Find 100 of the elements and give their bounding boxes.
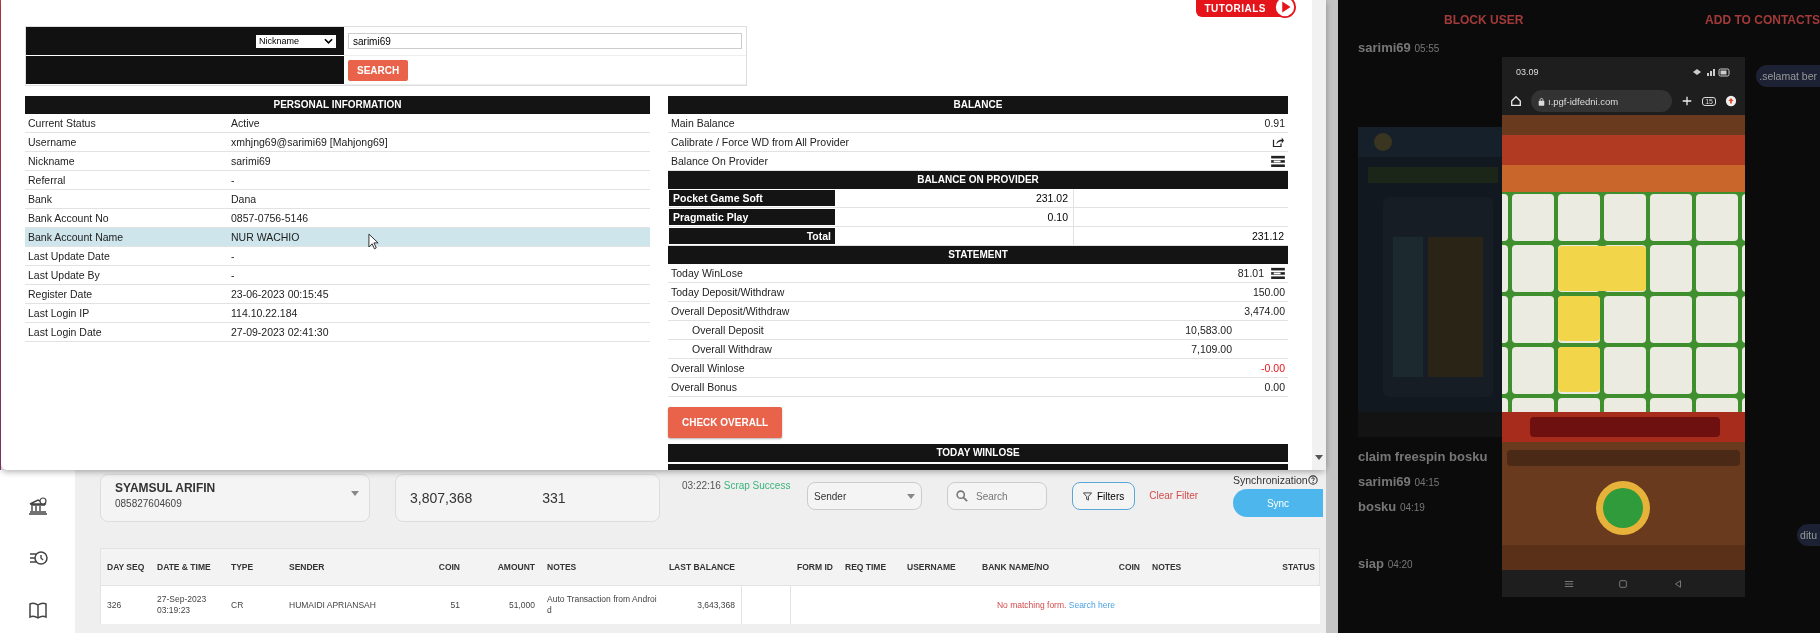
column-header: LAST BALANCE (667, 561, 736, 573)
scrollbar[interactable] (1312, 0, 1326, 470)
stat-value: 331 (542, 490, 566, 506)
field-label: Overall Withdraw (691, 343, 772, 355)
column-header: FORM ID (796, 561, 834, 573)
filters-button[interactable]: Filters (1072, 482, 1136, 510)
column-header: STATUS (1281, 561, 1316, 573)
field-label: Overall Winlose (670, 362, 745, 374)
table-row[interactable]: Last Login IP 114.10.22.184 (25, 304, 650, 323)
table-row[interactable]: Last Login Date 27-09-2023 02:41:30 (25, 323, 650, 342)
table-cell-text: CR (230, 599, 245, 611)
table-row[interactable]: Username xmhjng69@sarimi69 [Mahjong69] (25, 133, 650, 152)
table-cell-text: 27-Sep-2023 03:19:23 (156, 594, 208, 616)
section-header: PERSONAL INFORMATION (25, 96, 650, 114)
table-row[interactable]: Last Update By - (25, 266, 650, 285)
chat-bubble: ditu (1797, 524, 1820, 546)
field-label: Today Deposit/Withdraw (670, 286, 785, 298)
search-field[interactable]: Search (947, 482, 1047, 510)
field-value: - (231, 174, 235, 186)
home-button-icon[interactable] (1618, 578, 1629, 589)
scroll-down-icon[interactable] (1315, 455, 1323, 460)
filter-select[interactable]: Nickname (256, 34, 336, 48)
field-value: Active (231, 117, 260, 129)
share-icon[interactable] (1271, 136, 1285, 148)
chat-message: bosku 04:19 (1357, 499, 1426, 514)
account-name: SYAMSUL ARIFIN (115, 481, 217, 495)
field-value: 150.00 (1252, 286, 1286, 298)
status-icons (1691, 67, 1731, 77)
address-bar[interactable]: ı.pgf-idfedni.com (1531, 90, 1673, 112)
field-value: NUR WACHIO (231, 231, 300, 243)
list-icon[interactable] (1271, 155, 1285, 167)
form-message: No matching form. Search here (995, 599, 1117, 611)
provider-name: Pragmatic Play (668, 208, 836, 226)
stat-value: 3,807,368 (410, 490, 473, 506)
filter-icon (1083, 491, 1092, 501)
menu-icon[interactable] (1564, 578, 1575, 589)
field-label: Today WinLose (670, 267, 743, 279)
home-icon[interactable] (1510, 95, 1522, 107)
field-value: 27-09-2023 02:41:30 (231, 326, 329, 338)
field-label: Balance On Provider (670, 155, 768, 167)
total-value: 231.12 (1250, 229, 1285, 244)
field-value: sarimi69 (231, 155, 271, 167)
caret-icon (907, 493, 915, 499)
section-header: BALANCE (668, 96, 1288, 114)
status-text: 03:22:16 Scrap Success (682, 479, 792, 492)
caret-icon (324, 38, 333, 44)
search-by-select[interactable]: Sender (807, 482, 922, 510)
field-label: Calibrate / Force WD from All Provider (670, 136, 849, 148)
back-icon[interactable] (1672, 578, 1683, 589)
column-header: NOTES (1151, 561, 1183, 573)
field-value: xmhjng69@sarimi69 [Mahjong69] (231, 136, 388, 148)
field-value: - (231, 269, 235, 281)
account-card[interactable]: SYAMSUL ARIFIN 085827604609 (100, 474, 370, 522)
table-row[interactable]: Current Status Active (25, 114, 650, 133)
table-row[interactable]: Nickname sarimi69 (25, 152, 650, 171)
field-value: 81.01 (1237, 267, 1265, 279)
field-value: 0.91 (1264, 117, 1286, 129)
field-label: Last Login Date (27, 326, 103, 338)
play-icon[interactable] (1274, 0, 1296, 18)
new-tab-icon[interactable] (1681, 95, 1694, 107)
sync-label: Synchronization (1233, 474, 1308, 486)
help-icon[interactable] (1307, 475, 1318, 485)
phone-time: 03.09 (1516, 67, 1539, 77)
field-value: - (231, 250, 235, 262)
column-header: COIN (1117, 561, 1141, 573)
search-icon (956, 490, 968, 502)
field-label: Bank Account No (27, 212, 110, 224)
account-phone: 085827604609 (115, 498, 183, 509)
field-label: Main Balance (670, 117, 735, 129)
table-cell-text: Auto Transaction from Android (546, 594, 658, 616)
clear-filter-link[interactable]: Clear Filter (1149, 490, 1199, 501)
column-header: COIN (437, 561, 461, 573)
table-row[interactable]: Register Date 23-06-2023 00:15:45 (25, 285, 650, 304)
bank-icon[interactable] (27, 497, 48, 515)
field-label: Overall Deposit/Withdraw (670, 305, 790, 317)
field-value: Dana (231, 193, 257, 205)
section-header: TODAY WINLOSE (668, 444, 1288, 462)
column-header: USERNAME (906, 561, 957, 573)
field-label: Current Status (27, 117, 97, 129)
cursor-icon (368, 233, 379, 250)
table-row[interactable]: Bank Account Name NUR WACHIO (25, 228, 650, 247)
field-label: Overall Deposit (691, 324, 764, 336)
field-value: 114.10.22.184 (231, 307, 298, 319)
table-row[interactable]: Last Update Date - (25, 247, 650, 266)
upload-icon[interactable] (1725, 95, 1737, 107)
chat-message: sarimi69 05:55 (1357, 40, 1441, 55)
table-row[interactable]: Bank Dana (25, 190, 650, 209)
provider-name: Pocket Game Soft (668, 189, 836, 207)
chat-message: claim freespin bosku (1357, 449, 1489, 464)
field-label: Bank Account Name (27, 231, 125, 243)
field-value: 7,109.00 (1191, 343, 1233, 355)
list-icon[interactable] (1271, 267, 1285, 279)
field-label: Last Update Date (27, 250, 111, 262)
book-icon[interactable] (27, 601, 48, 619)
history-icon[interactable] (27, 549, 48, 567)
search-field[interactable]: sarimi69 (348, 33, 742, 49)
field-label: Last Login IP (27, 307, 91, 319)
field-label: Last Update By (27, 269, 101, 281)
field-value: 0857-0756-5146 (231, 212, 309, 224)
table-row[interactable]: Referral - (25, 171, 650, 190)
